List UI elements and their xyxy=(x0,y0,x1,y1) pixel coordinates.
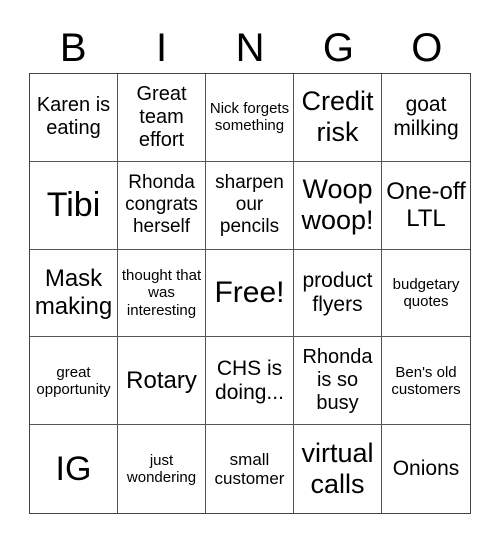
bingo-cell[interactable]: thought that was interesting xyxy=(118,249,206,338)
bingo-cell[interactable]: great opportunity xyxy=(30,337,118,426)
bingo-cell[interactable]: Great team effort xyxy=(118,74,206,162)
bingo-cell[interactable]: Nick forgets something xyxy=(206,74,294,162)
bingo-cell[interactable]: Woop woop! xyxy=(294,161,382,250)
header-letter-i: I xyxy=(156,26,168,70)
bingo-cell[interactable]: Onions xyxy=(382,425,470,513)
bingo-cell[interactable]: small customer xyxy=(206,425,294,513)
bingo-cell[interactable]: goat milking xyxy=(382,74,470,162)
bingo-cell[interactable]: sharpen our pencils xyxy=(206,161,294,250)
bingo-cell[interactable]: Karen is eating xyxy=(30,74,118,162)
bingo-grid: Karen is eating Great team effort Nick f… xyxy=(29,73,471,514)
bingo-header: B I N G O xyxy=(29,22,471,74)
bingo-cell[interactable]: CHS is doing... xyxy=(206,337,294,426)
bingo-cell[interactable]: IG xyxy=(30,425,118,513)
bingo-cell[interactable]: Rhonda congrats herself xyxy=(118,161,206,250)
bingo-cell[interactable]: product flyers xyxy=(294,249,382,338)
header-letter-b: B xyxy=(59,26,87,70)
bingo-cell[interactable]: Credit risk xyxy=(294,74,382,162)
bingo-cell[interactable]: Mask making xyxy=(30,249,118,338)
header-letter-n: N xyxy=(235,26,265,70)
bingo-cell[interactable]: Ben's old customers xyxy=(382,337,470,426)
header-letter-o: O xyxy=(411,26,443,70)
bingo-cell[interactable]: Rhonda is so busy xyxy=(294,337,382,426)
bingo-cell[interactable]: Rotary xyxy=(118,337,206,426)
bingo-cell[interactable]: One-off LTL xyxy=(382,162,470,250)
free-space[interactable]: Free! xyxy=(206,249,294,338)
header-letter-g: G xyxy=(322,26,354,70)
bingo-cell[interactable]: budgetary quotes xyxy=(382,250,470,338)
bingo-cell[interactable]: virtual calls xyxy=(294,425,382,513)
bingo-cell[interactable]: just wondering xyxy=(118,425,206,513)
bingo-cell[interactable]: Tibi xyxy=(30,161,118,250)
